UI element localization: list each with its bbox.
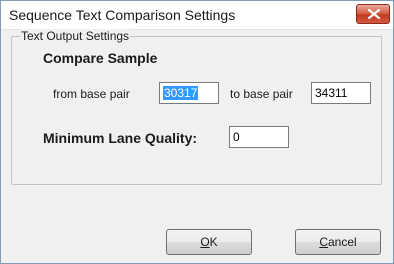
ok-label-rest: K [209,235,218,249]
window-title: Sequence Text Comparison Settings [9,7,236,23]
minimum-lane-quality-input[interactable]: 0 [229,126,289,148]
ok-button[interactable]: OK [166,229,252,255]
compare-sample-heading: Compare Sample [43,50,158,66]
cancel-label-rest: ancel [327,235,357,249]
to-base-pair-input[interactable]: 34311 [311,82,371,104]
close-button[interactable] [356,4,390,24]
dialog-body: Text Output Settings Compare Sample from… [1,29,393,263]
cancel-mnemonic: C [319,235,328,249]
title-bar[interactable]: Sequence Text Comparison Settings [1,1,393,30]
minimum-lane-quality-label: Minimum Lane Quality: [43,130,198,146]
close-icon [368,9,380,19]
from-base-pair-label: from base pair [53,87,130,101]
from-base-pair-value: 30317 [163,86,199,100]
ok-mnemonic: O [200,235,210,249]
dialog-window: Sequence Text Comparison Settings Text O… [0,0,394,264]
from-base-pair-input[interactable]: 30317 [159,82,219,104]
to-base-pair-label: to base pair [230,87,293,101]
cancel-button[interactable]: Cancel [295,229,381,255]
group-legend: Text Output Settings [20,29,131,43]
to-base-pair-value: 34311 [315,86,348,100]
minimum-lane-quality-value: 0 [233,130,240,144]
